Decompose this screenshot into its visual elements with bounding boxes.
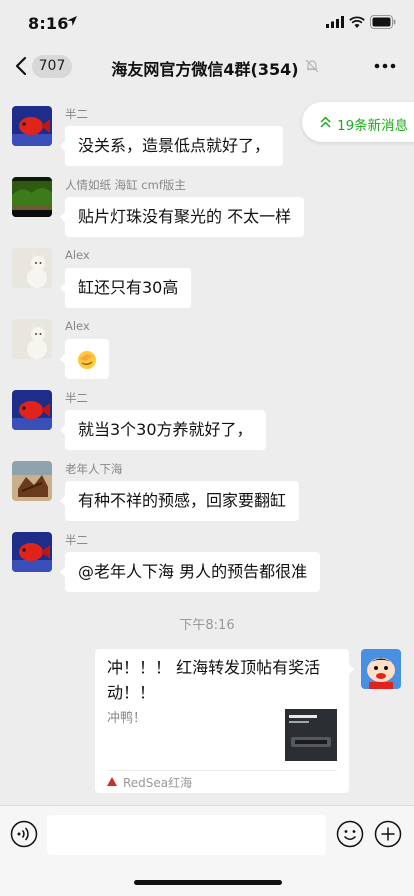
battery-icon	[370, 15, 396, 29]
avatar[interactable]	[12, 461, 52, 501]
message-bubble[interactable]: @老年人下海 男人的预告都很准	[59, 552, 321, 592]
card-title: 冲！！！ 红海转发顶帖有奖活动！！	[107, 658, 321, 702]
redsea-logo-icon	[107, 777, 117, 786]
emoji-icon[interactable]	[336, 820, 364, 848]
sender-name: 人情如纸 海缸 cmf版主	[65, 178, 186, 192]
message-bubble[interactable]: 没关系，造景低点就好了，	[59, 126, 284, 166]
avatar[interactable]	[12, 319, 52, 359]
more-options-icon[interactable]	[374, 63, 396, 69]
avatar[interactable]	[12, 248, 52, 288]
cellular-signal-icon	[326, 16, 344, 28]
card-source: RedSea红海	[123, 776, 193, 790]
status-bar: 8:16	[0, 0, 414, 44]
location-arrow-icon	[67, 16, 77, 26]
new-messages-button[interactable]: 19条新消息	[302, 102, 414, 142]
message-input[interactable]	[47, 815, 326, 855]
avatar[interactable]	[12, 106, 52, 146]
sender-name: Alex	[65, 248, 90, 262]
message-bubble[interactable]: 有种不祥的预感，回家要翻缸	[59, 481, 300, 521]
voice-input-icon[interactable]	[10, 820, 38, 848]
back-chevron-icon[interactable]	[12, 55, 32, 77]
avatar[interactable]	[12, 177, 52, 217]
new-messages-label: 19条新消息	[337, 118, 409, 134]
chat-header: 707 海友网官方微信4群(354)	[0, 44, 414, 88]
sender-name: 老年人下海	[65, 462, 123, 476]
avatar[interactable]	[12, 390, 52, 430]
red-fish-icon	[12, 106, 52, 146]
facepalm-emoji-icon	[78, 351, 96, 369]
wifi-icon	[349, 16, 365, 28]
chat-title: 海友网官方微信4群(354)	[111, 60, 299, 79]
double-chevron-up-icon	[320, 116, 331, 128]
product-thumbnail-icon	[285, 709, 337, 761]
message-bubble[interactable]: 贴片灯珠没有聚光的 不太一样	[59, 197, 305, 237]
plus-icon[interactable]	[374, 820, 402, 848]
sender-name: 半二	[65, 533, 88, 547]
sender-name: 半二	[65, 107, 88, 121]
aquarium-plants-icon	[12, 177, 52, 217]
card-thumbnail	[285, 709, 337, 761]
unread-count-badge[interactable]: 707	[32, 55, 72, 78]
message-bubble[interactable]: 缸还只有30高	[59, 268, 192, 308]
card-divider	[107, 770, 337, 771]
cartoon-boy-icon	[361, 649, 401, 689]
red-fish-icon	[12, 532, 52, 572]
avatar[interactable]	[12, 532, 52, 572]
shared-link-card[interactable]: 冲！！！ 红海转发顶帖有奖活动！！ 冲鸭！ RedSea红海	[95, 649, 354, 793]
mute-bell-icon	[305, 59, 319, 73]
sender-name: 半二	[65, 391, 88, 405]
card-description: 冲鸭！	[107, 711, 147, 726]
time-divider: 下午8:16	[179, 618, 235, 633]
red-fish-icon	[12, 390, 52, 430]
message-bubble[interactable]: 就当3个30方养就好了，	[60, 410, 266, 450]
white-cat-icon	[12, 319, 52, 359]
old-man-sea-icon	[12, 461, 52, 501]
status-time: 8:16	[28, 14, 69, 33]
home-indicator	[134, 880, 282, 885]
my-avatar[interactable]	[361, 649, 401, 689]
message-bubble[interactable]	[60, 339, 109, 379]
sender-name: Alex	[65, 319, 90, 333]
white-cat-icon	[12, 248, 52, 288]
